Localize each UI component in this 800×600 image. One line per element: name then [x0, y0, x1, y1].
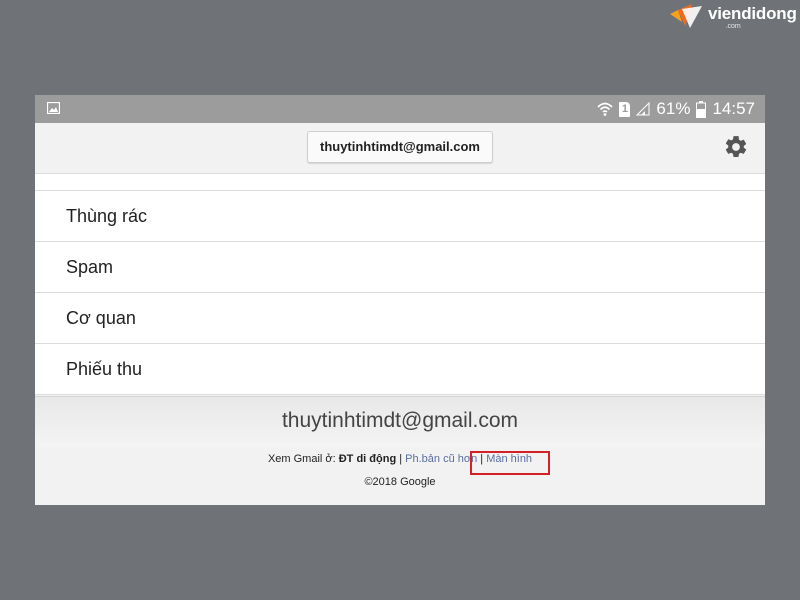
label-trash[interactable]: Thùng rác: [35, 191, 765, 242]
status-bar: 1 61% 14:57: [35, 95, 765, 123]
app-bar: thuytinhtimdt@gmail.com: [35, 123, 765, 174]
list-top-divider: [35, 174, 765, 191]
signal-icon: [636, 102, 650, 116]
copyright: ©2018 Google: [364, 476, 436, 488]
gallery-notification-icon: [47, 102, 60, 114]
phone-screen: 1 61% 14:57 thuytinhtimdt@gmail.com Thùn…: [35, 95, 765, 505]
clock: 14:57: [712, 99, 755, 118]
view-prefix: Xem Gmail ở:: [267, 453, 336, 465]
gear-icon[interactable]: [723, 134, 749, 160]
separator: |: [399, 453, 403, 465]
older-version-link[interactable]: Ph.bản cũ hơn: [405, 453, 477, 465]
wifi-icon: [597, 102, 613, 116]
logo-domain: .com: [725, 23, 741, 30]
mobile-view-current: ĐT di động: [338, 453, 397, 465]
viendidong-logo: viendidong .com: [668, 4, 797, 30]
footer-account-email: thuytinhtimdt@gmail.com: [35, 396, 765, 447]
label-work[interactable]: Cơ quan: [35, 293, 765, 344]
logo-mark-icon: [670, 4, 702, 28]
view-mode-links: Xem Gmail ở: ĐT di động | Ph.bản cũ hơn …: [35, 453, 765, 465]
label-receipts[interactable]: Phiếu thu: [35, 344, 765, 395]
sim-slot-icon: 1: [619, 101, 631, 117]
battery-percentage: 61%: [656, 99, 691, 118]
status-indicators: 1 61% 14:57: [591, 95, 755, 123]
label-spam[interactable]: Spam: [35, 242, 765, 293]
logo-brand: viendidong: [708, 4, 797, 23]
battery-icon: [696, 100, 707, 118]
label-list: Thùng rác Spam Cơ quan Phiếu thu: [35, 174, 765, 395]
highlight-box: [470, 451, 550, 475]
account-switcher-button[interactable]: thuytinhtimdt@gmail.com: [307, 131, 493, 163]
